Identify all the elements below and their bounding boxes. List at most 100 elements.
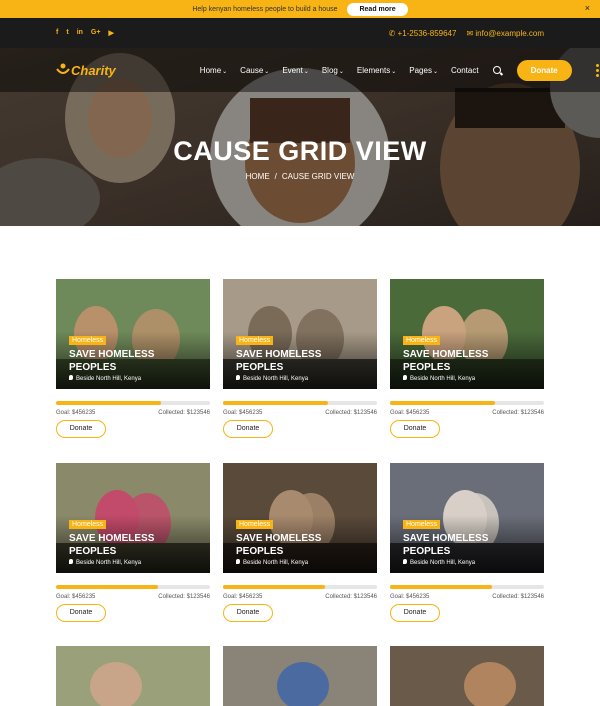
more-menu-icon[interactable] [595, 63, 599, 77]
cause-image[interactable] [390, 646, 544, 706]
nav-contact-label: Contact [450, 65, 479, 75]
donate-button[interactable]: Donate [223, 604, 273, 622]
cause-image[interactable]: Homeless SAVE HOMELESS PEOPLES Beside Nort… [56, 463, 210, 573]
collected-amount: Collected: $123546 [158, 410, 210, 416]
nav-event[interactable]: Event⌄ [282, 66, 309, 75]
cause-image[interactable] [56, 646, 210, 706]
cause-title[interactable]: SAVE HOMELESS PEOPLES [403, 349, 523, 374]
cause-image[interactable] [223, 646, 377, 706]
progress-fill [223, 401, 328, 405]
chevron-down-icon: ⌄ [222, 68, 228, 75]
cause-card[interactable]: Homeless SAVE HOMELESS PEOPLES Beside Nort… [390, 463, 544, 622]
goal-amount: Goal: $456235 [223, 594, 263, 600]
logo-mark-icon [56, 63, 70, 77]
cause-title[interactable]: SAVE HOMELESS PEOPLES [403, 533, 523, 558]
cause-card-partial[interactable] [390, 646, 544, 706]
chevron-down-icon: ⌄ [338, 68, 344, 75]
nav-cause[interactable]: Cause⌄ [240, 66, 269, 75]
collected-amount: Collected: $123546 [492, 594, 544, 600]
read-more-button[interactable]: Read more [347, 2, 408, 16]
progress-bar [223, 585, 377, 589]
cause-tag: Homeless [403, 520, 441, 529]
cause-location-text: Beside North Hill, Kenya [76, 376, 142, 382]
collected-amount: Collected: $123546 [158, 594, 210, 600]
cause-image[interactable]: Homeless SAVE HOMELESS PEOPLES Beside Nort… [223, 279, 377, 389]
collected-amount: Collected: $123546 [492, 410, 544, 416]
progress-fill [56, 585, 158, 589]
cause-card[interactable]: Homeless SAVE HOMELESS PEOPLES Beside Nort… [390, 279, 544, 438]
cause-location: Beside North Hill, Kenya [236, 375, 308, 382]
announcement-bar: Help kenyan homeless people to build a h… [0, 0, 600, 18]
hero-banner: Charity Home⌄ Cause⌄ Event⌄ Blog⌄ Elemen… [0, 48, 600, 226]
facebook-icon[interactable]: f [56, 29, 58, 37]
cause-image[interactable]: Homeless SAVE HOMELESS PEOPLES Beside Nort… [390, 463, 544, 573]
cause-image[interactable]: Homeless SAVE HOMELESS PEOPLES Beside Nort… [390, 279, 544, 389]
cause-title[interactable]: SAVE HOMELESS PEOPLES [69, 533, 189, 558]
cause-title[interactable]: SAVE HOMELESS PEOPLES [69, 349, 189, 374]
donate-button[interactable]: Donate [390, 604, 440, 622]
twitter-icon[interactable]: t [66, 29, 68, 37]
breadcrumb-current: CAUSE GRID VIEW [281, 172, 355, 181]
map-pin-icon [69, 375, 73, 380]
email-link[interactable]: ✉ info@example.com [466, 29, 544, 38]
close-icon[interactable]: × [585, 3, 590, 13]
progress-fill [390, 401, 495, 405]
cause-tag: Homeless [236, 336, 274, 345]
nav-event-label: Event [282, 65, 303, 75]
map-pin-icon [236, 375, 240, 380]
nav-blog[interactable]: Blog⌄ [322, 66, 344, 75]
logo-text: Charity [71, 62, 116, 78]
cause-location-text: Beside North Hill, Kenya [76, 560, 142, 566]
nav-pages[interactable]: Pages⌄ [409, 66, 438, 75]
cause-image[interactable]: Homeless SAVE HOMELESS PEOPLES Beside Nort… [223, 463, 377, 573]
breadcrumb-home[interactable]: HOME [246, 172, 270, 181]
cause-location-text: Beside North Hill, Kenya [243, 560, 309, 566]
cause-card-partial[interactable] [56, 646, 210, 706]
donate-button[interactable]: Donate [56, 604, 106, 622]
cause-card[interactable]: Homeless SAVE HOMELESS PEOPLES Beside Nort… [223, 463, 377, 622]
cause-location: Beside North Hill, Kenya [69, 559, 141, 566]
email-address: info@example.com [475, 28, 544, 38]
cause-card[interactable]: Homeless SAVE HOMELESS PEOPLES Beside Nort… [56, 463, 210, 622]
cause-location-text: Beside North Hill, Kenya [243, 376, 309, 382]
nav-home[interactable]: Home⌄ [200, 66, 227, 75]
cause-location-text: Beside North Hill, Kenya [410, 560, 476, 566]
cause-location: Beside North Hill, Kenya [236, 559, 308, 566]
social-links: f t in G+ ▶ [56, 29, 114, 37]
announcement-text: Help kenyan homeless people to build a h… [192, 5, 338, 13]
breadcrumb-separator: / [274, 172, 277, 181]
nav-contact[interactable]: Contact [451, 66, 479, 75]
cause-location: Beside North Hill, Kenya [403, 559, 475, 566]
linkedin-icon[interactable]: in [77, 29, 83, 37]
chevron-down-icon: ⌄ [432, 68, 438, 75]
cause-title[interactable]: SAVE HOMELESS PEOPLES [236, 533, 356, 558]
cause-title[interactable]: SAVE HOMELESS PEOPLES [236, 349, 356, 374]
cause-tag: Homeless [403, 336, 441, 345]
progress-bar [56, 585, 210, 589]
donate-button[interactable]: Donate [56, 420, 106, 438]
donate-button[interactable]: Donate [390, 420, 440, 438]
collected-amount: Collected: $123546 [325, 594, 377, 600]
cause-image[interactable]: Homeless SAVE HOMELESS PEOPLES Beside Nort… [56, 279, 210, 389]
search-icon[interactable] [492, 66, 501, 74]
nav-home-label: Home [199, 65, 222, 75]
charity-logo[interactable]: Charity [56, 63, 116, 78]
progress-fill [56, 401, 161, 405]
donate-header-button[interactable]: Donate [516, 59, 572, 81]
cause-card[interactable]: Homeless SAVE HOMELESS PEOPLES Beside Nort… [56, 279, 210, 438]
progress-bar [390, 585, 544, 589]
phone-link[interactable]: ✆ +1-2536-859647 [389, 29, 457, 38]
google-plus-icon[interactable]: G+ [91, 29, 101, 37]
cause-tag: Homeless [69, 336, 107, 345]
contact-bar: f t in G+ ▶ ✆ +1-2536-859647 ✉ info@exam… [0, 18, 600, 48]
cause-card-partial[interactable] [223, 646, 377, 706]
donate-button[interactable]: Donate [223, 420, 273, 438]
goal-amount: Goal: $456235 [390, 594, 430, 600]
page-title: CAUSE GRID VIEW [173, 136, 427, 166]
phone-icon: ✆ [388, 28, 398, 38]
cause-location: Beside North Hill, Kenya [69, 375, 141, 382]
youtube-icon[interactable]: ▶ [108, 29, 113, 37]
cause-card[interactable]: Homeless SAVE HOMELESS PEOPLES Beside Nort… [223, 279, 377, 438]
cause-location-text: Beside North Hill, Kenya [410, 376, 476, 382]
nav-elements[interactable]: Elements⌄ [357, 66, 396, 75]
